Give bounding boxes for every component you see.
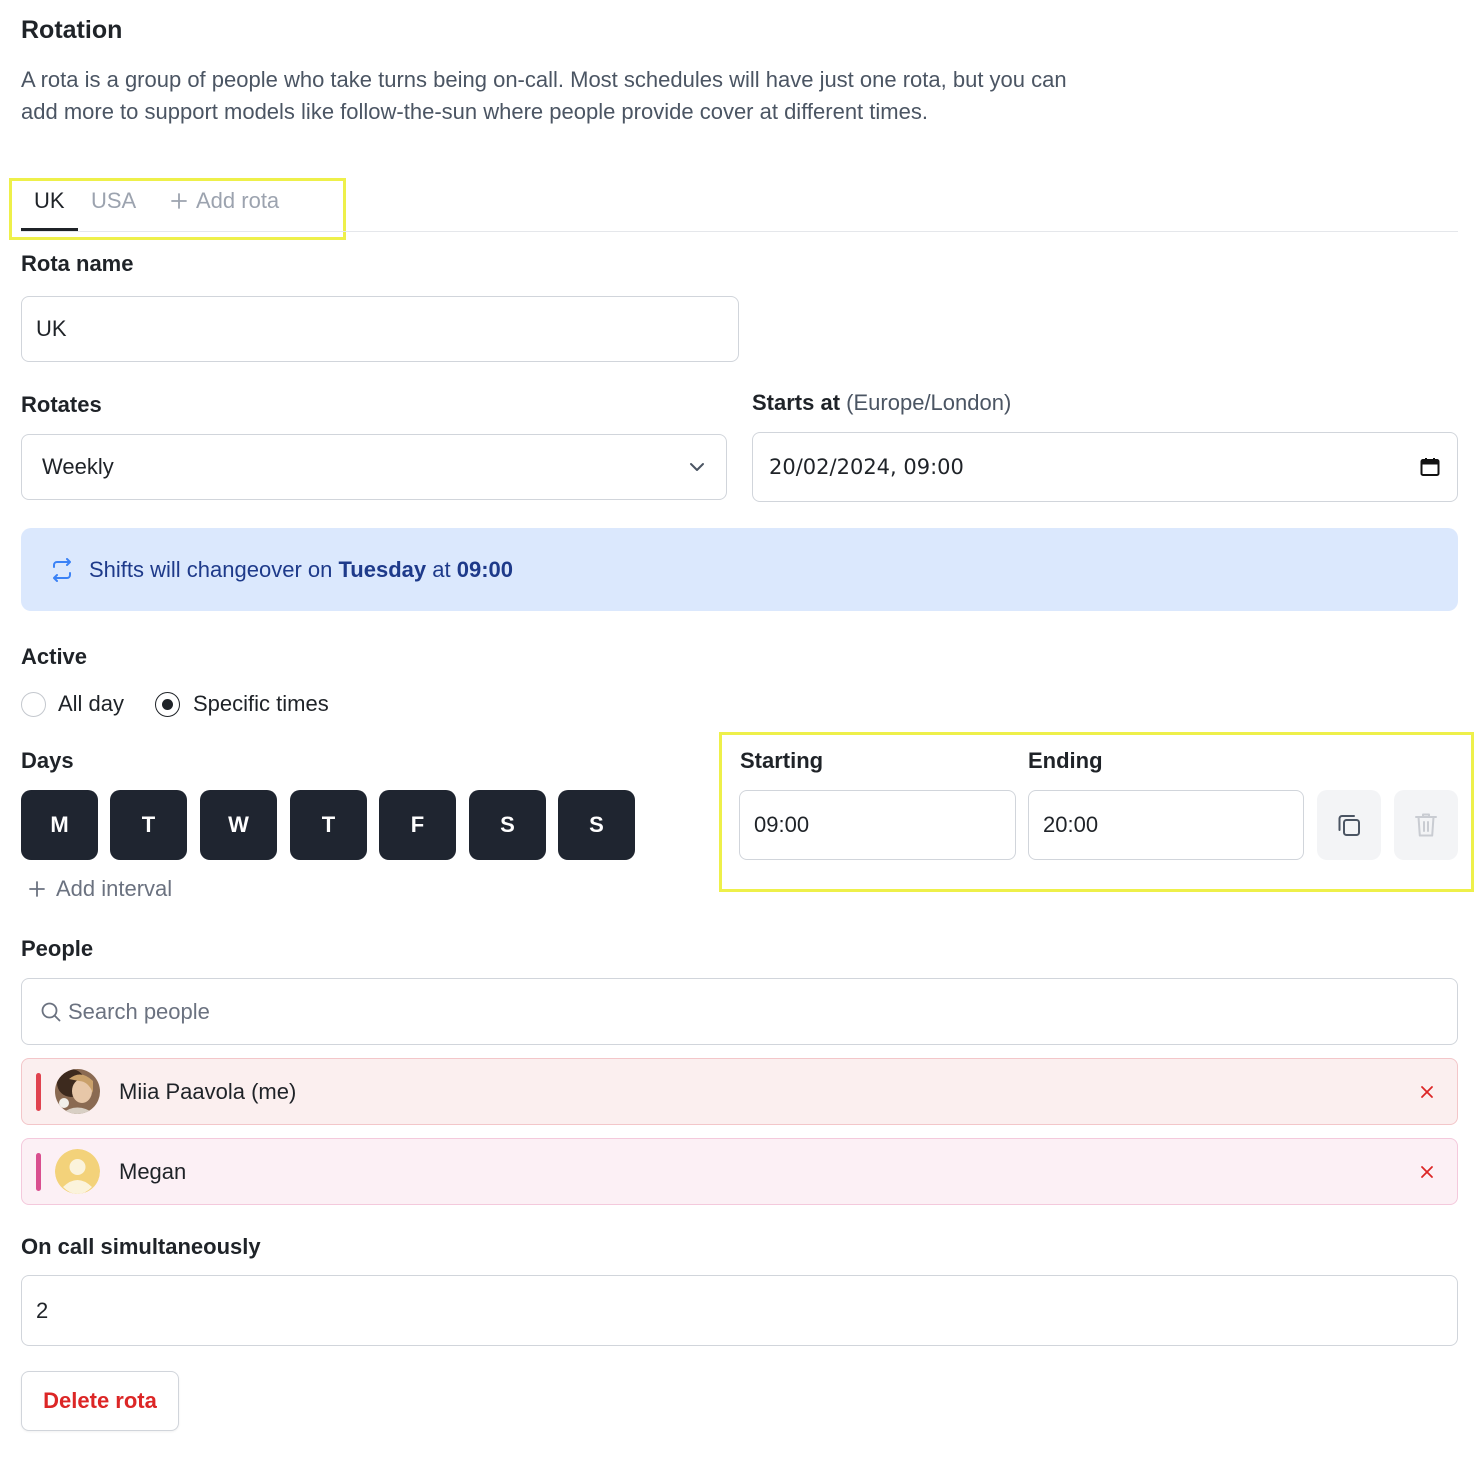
- search-people-placeholder: Search people: [68, 998, 210, 1024]
- starts-at-value: 20/02/2024, 09:00: [769, 455, 964, 479]
- ending-time-value: 20:00: [1043, 812, 1099, 837]
- rotate-arrows-icon: [53, 557, 71, 582]
- delete-rota-button[interactable]: Delete rota: [21, 1371, 179, 1431]
- on-call-input[interactable]: 2: [21, 1275, 1458, 1346]
- rota-name-input[interactable]: UK: [21, 296, 739, 362]
- avatar: [55, 1069, 100, 1114]
- starts-at-timezone: (Europe/London): [846, 390, 1012, 415]
- avatar: [55, 1149, 100, 1194]
- rotates-label: Rotates: [21, 392, 102, 417]
- section-description: A rota is a group of people who take tur…: [21, 67, 1067, 124]
- day-wednesday[interactable]: W: [200, 790, 277, 860]
- copy-icon: [1338, 815, 1360, 836]
- plus-icon: [29, 881, 45, 897]
- rotates-value: Weekly: [42, 454, 114, 479]
- remove-person-button[interactable]: [1417, 1082, 1437, 1102]
- radio-all-day-label: All day: [58, 691, 125, 716]
- copy-interval-button[interactable]: [1317, 790, 1381, 860]
- radio-all-day[interactable]: All day: [21, 691, 124, 717]
- plus-icon: [171, 193, 187, 209]
- tab-active-underline: [21, 228, 78, 231]
- tabs-divider: [21, 231, 1458, 232]
- starting-label: Starting: [740, 748, 824, 773]
- banner-mid: at: [432, 556, 451, 582]
- day-thursday[interactable]: T: [290, 790, 367, 860]
- trash-icon: [1415, 813, 1437, 837]
- add-rota-label: Add rota: [196, 188, 280, 213]
- banner-text: Shifts will changeover on Tuesday at 09:…: [89, 557, 513, 583]
- day-friday[interactable]: F: [379, 790, 456, 860]
- tab-uk[interactable]: UK: [34, 188, 65, 214]
- person-row-megan: Megan: [21, 1138, 1458, 1205]
- starts-at-input[interactable]: 20/02/2024, 09:00: [752, 432, 1458, 502]
- add-rota-tab[interactable]: Add rota: [170, 188, 279, 214]
- radio-specific-times-circle[interactable]: [155, 691, 180, 717]
- banner-day: Tuesday: [338, 556, 427, 582]
- calendar-icon[interactable]: [1419, 456, 1441, 478]
- close-icon: [1421, 1165, 1433, 1178]
- rota-name-value: UK: [36, 316, 67, 341]
- person-color-bar: [36, 1152, 41, 1191]
- day-saturday[interactable]: S: [469, 790, 546, 860]
- radio-all-day-circle[interactable]: [21, 691, 46, 717]
- ending-time-input[interactable]: 20:00: [1028, 790, 1304, 860]
- days-label: Days: [21, 748, 74, 773]
- search-icon: [41, 1002, 61, 1021]
- day-monday[interactable]: M: [21, 790, 98, 860]
- starts-at-title: Starts at: [752, 390, 841, 415]
- banner-time: 09:00: [456, 556, 513, 582]
- add-interval-button[interactable]: Add interval: [28, 876, 172, 902]
- close-icon: [1421, 1085, 1433, 1098]
- changeover-banner: Shifts will changeover on Tuesday at 09:…: [21, 528, 1458, 611]
- banner-prefix: Shifts will changeover on: [89, 556, 333, 582]
- people-label: People: [21, 936, 94, 961]
- starts-at-label: Starts at (Europe/London): [752, 390, 1011, 416]
- ending-label: Ending: [1028, 748, 1103, 773]
- starting-time-value: 09:00: [754, 812, 810, 837]
- day-sunday[interactable]: S: [558, 790, 635, 860]
- radio-specific-times[interactable]: Specific times: [155, 691, 329, 717]
- rota-name-label: Rota name: [21, 251, 134, 276]
- person-row-miia: Miia Paavola (me): [21, 1058, 1458, 1125]
- person-name: Megan: [119, 1158, 187, 1184]
- tab-usa[interactable]: USA: [91, 188, 136, 214]
- starting-time-input[interactable]: 09:00: [739, 790, 1016, 860]
- section-title: Rotation: [21, 16, 123, 44]
- chevron-down-icon: [690, 463, 704, 471]
- delete-interval-button[interactable]: [1394, 790, 1458, 860]
- radio-specific-times-label: Specific times: [193, 691, 329, 716]
- person-color-bar: [36, 1072, 41, 1111]
- remove-person-button[interactable]: [1417, 1162, 1437, 1182]
- on-call-value: 2: [36, 1297, 49, 1323]
- day-tuesday[interactable]: T: [110, 790, 187, 860]
- rotates-select[interactable]: Weekly: [21, 434, 727, 500]
- active-label: Active: [21, 644, 88, 669]
- search-people-input[interactable]: Search people: [21, 978, 1458, 1045]
- person-name: Miia Paavola (me): [119, 1078, 297, 1104]
- add-interval-label: Add interval: [56, 876, 173, 901]
- on-call-label: On call simultaneously: [21, 1234, 261, 1259]
